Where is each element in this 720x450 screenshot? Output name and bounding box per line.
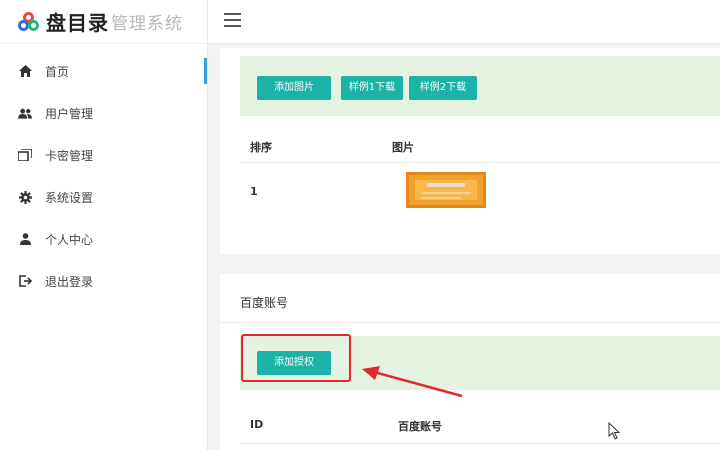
cards-icon: [18, 148, 32, 162]
logo-subtitle: 管理系统: [111, 14, 183, 34]
sidebar-item-label: 个人中心: [45, 232, 94, 247]
section-divider: [220, 322, 720, 323]
highlight-box: [241, 334, 351, 382]
gear-icon: [18, 190, 32, 204]
section-title: 百度账号: [240, 296, 289, 310]
sidebar-item-users[interactable]: 用户管理: [0, 92, 207, 134]
annotation-arrow-icon: [362, 366, 463, 398]
sidebar-item-label: 用户管理: [45, 106, 94, 121]
column-header-baidu-account: 百度账号: [398, 420, 442, 433]
sidebar-item-profile[interactable]: 个人中心: [0, 218, 207, 260]
person-icon: [18, 232, 32, 246]
image-toolbar: 添加图片 样例1下载 样例2下载: [240, 56, 720, 116]
logo-title: 盘目录: [46, 11, 109, 35]
sidebar-item-label: 系统设置: [45, 190, 94, 205]
sidebar-item-label: 首页: [45, 64, 70, 79]
add-image-button[interactable]: 添加图片: [257, 76, 331, 100]
sidebar-item-settings[interactable]: 系统设置: [0, 176, 207, 218]
table-divider: [240, 162, 720, 163]
menu-toggle-icon[interactable]: [224, 13, 241, 27]
sidebar-item-label: 卡密管理: [45, 148, 94, 163]
sidebar-item-home[interactable]: 首页: [0, 50, 207, 92]
logo-icon: [18, 11, 40, 32]
sample2-download-button[interactable]: 样例2下载: [409, 76, 477, 100]
top-bar: [208, 0, 720, 44]
logout-icon: [18, 274, 32, 288]
app-logo[interactable]: 盘目录 管理系统: [0, 0, 207, 44]
sidebar-item-cards[interactable]: 卡密管理: [0, 134, 207, 176]
sidebar-item-logout[interactable]: 退出登录: [0, 260, 207, 302]
sidebar-menu: 首页 用户管理 卡密管理 系统设置 个人中心 退出登录: [0, 50, 207, 302]
image-section: 添加图片 样例1下载 样例2下载 排序 图片 1: [220, 48, 720, 254]
users-icon: [18, 106, 32, 120]
column-header-image: 图片: [392, 141, 414, 154]
table-divider: [240, 443, 720, 444]
column-header-id: ID: [250, 418, 264, 431]
sample1-download-button[interactable]: 样例1下载: [341, 76, 403, 100]
home-icon: [18, 64, 32, 78]
sidebar: 盘目录 管理系统 首页 用户管理 卡密管理 系统设置 个人中心 退出登录: [0, 0, 208, 450]
mouse-cursor-icon: [608, 422, 621, 440]
image-thumbnail[interactable]: [406, 172, 486, 208]
row-order-cell: 1: [250, 185, 258, 198]
column-header-order: 排序: [250, 141, 272, 154]
sidebar-item-label: 退出登录: [45, 274, 94, 289]
